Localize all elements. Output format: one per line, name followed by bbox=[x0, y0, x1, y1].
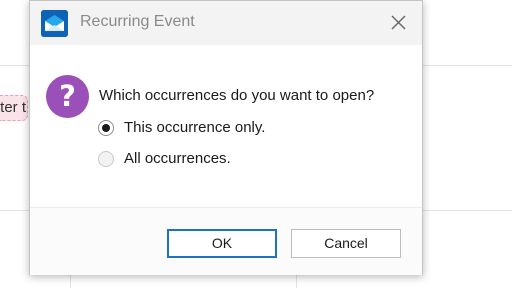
outlook-envelope-icon bbox=[41, 10, 68, 37]
ok-button[interactable]: OK bbox=[167, 229, 277, 258]
calendar-event-text: ter t bbox=[0, 99, 26, 116]
cancel-button[interactable]: Cancel bbox=[291, 229, 401, 258]
dialog-titlebar[interactable]: Recurring Event bbox=[30, 1, 422, 45]
calendar-event[interactable]: ter t bbox=[0, 95, 28, 121]
option-label[interactable]: This occurrence only. bbox=[124, 119, 265, 136]
option-label[interactable]: All occurrences. bbox=[124, 150, 231, 167]
radio-dot bbox=[102, 124, 110, 132]
dialog-footer: OK Cancel bbox=[30, 207, 422, 275]
dialog-title: Recurring Event bbox=[80, 13, 195, 30]
radio-button-checked[interactable] bbox=[98, 120, 114, 136]
dialog-prompt: Which occurrences do you want to open? bbox=[99, 87, 375, 104]
close-icon bbox=[391, 15, 406, 30]
close-button[interactable] bbox=[376, 1, 422, 45]
radio-button-unchecked[interactable] bbox=[98, 151, 114, 167]
question-icon: ? bbox=[46, 75, 89, 118]
recurring-event-dialog: Recurring Event ? Which occurrences do y… bbox=[29, 0, 423, 275]
